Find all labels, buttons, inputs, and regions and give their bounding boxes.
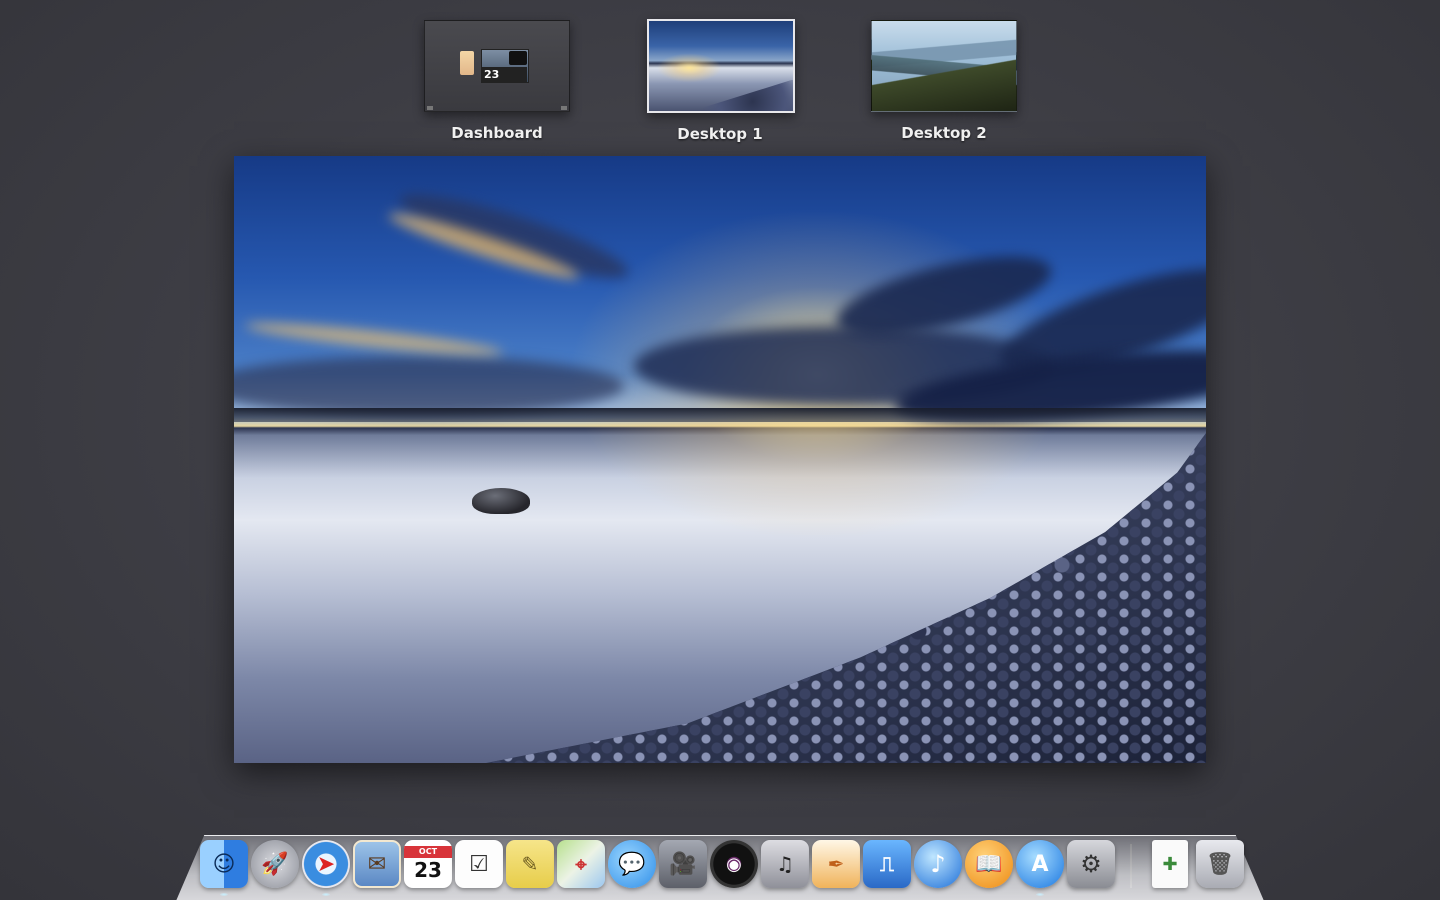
cloud bbox=[243, 317, 505, 361]
system-preferences-icon[interactable]: ⚙ bbox=[1067, 840, 1115, 888]
launchpad-icon[interactable]: 🚀 bbox=[251, 840, 299, 888]
dock: ☺ 🚀 ➤ ✉ OCT 23 ☑ ✎ ⌖ 💬 🎥 ◉ ♫ ✒ ⎍ ♪ 📖 A ⚙… bbox=[200, 838, 1245, 896]
document-icon[interactable]: ✚ bbox=[1152, 840, 1188, 888]
safari-icon[interactable]: ➤ bbox=[302, 840, 350, 888]
ibooks-icon[interactable]: 📖 bbox=[965, 840, 1013, 888]
desktop-1-thumbnail[interactable] bbox=[647, 19, 795, 113]
rock bbox=[472, 488, 530, 514]
dashboard-thumbnail[interactable]: 23 bbox=[424, 20, 570, 112]
calendar-widget: 23 bbox=[481, 67, 527, 83]
cloud bbox=[234, 356, 624, 416]
photo-booth-icon[interactable]: ◉ bbox=[710, 840, 758, 888]
weather-widget bbox=[509, 51, 527, 65]
space-dashboard[interactable]: 23 Dashboard bbox=[424, 20, 570, 142]
messages-icon[interactable]: 💬 bbox=[608, 840, 656, 888]
desktop-preview[interactable] bbox=[234, 156, 1206, 763]
corner-mark-right bbox=[561, 106, 567, 110]
running-indicator bbox=[1036, 893, 1044, 896]
dock-separator bbox=[1130, 844, 1132, 888]
space-desktop-2[interactable]: Desktop 2 bbox=[871, 20, 1017, 142]
app-store-icon[interactable]: A bbox=[1016, 840, 1064, 888]
running-indicator bbox=[322, 893, 330, 896]
running-indicator bbox=[220, 893, 228, 896]
pebble-shore bbox=[486, 433, 1206, 763]
notes-icon[interactable]: ✎ bbox=[506, 840, 554, 888]
trash-icon[interactable]: 🗑 bbox=[1196, 840, 1244, 888]
calculator-widget bbox=[460, 51, 474, 75]
keynote-icon[interactable]: ⎍ bbox=[863, 840, 911, 888]
calendar-month: OCT bbox=[404, 846, 452, 858]
calendar-icon[interactable]: OCT 23 bbox=[404, 840, 452, 888]
mail-icon[interactable]: ✉ bbox=[353, 840, 401, 888]
horizon-land bbox=[234, 408, 1206, 422]
space-desktop-1[interactable]: Desktop 1 bbox=[647, 19, 795, 143]
space-label-desktop-2: Desktop 2 bbox=[901, 124, 987, 142]
maps-icon[interactable]: ⌖ bbox=[557, 840, 605, 888]
reminders-icon[interactable]: ☑ bbox=[455, 840, 503, 888]
calendar-day: 23 bbox=[414, 858, 442, 882]
finder-icon[interactable]: ☺ bbox=[200, 840, 248, 888]
itunes-icon[interactable]: ♪ bbox=[914, 840, 962, 888]
logic-icon[interactable]: ♫ bbox=[761, 840, 809, 888]
pages-icon[interactable]: ✒ bbox=[812, 840, 860, 888]
facetime-icon[interactable]: 🎥 bbox=[659, 840, 707, 888]
space-label-dashboard: Dashboard bbox=[451, 124, 543, 142]
space-label-desktop-1: Desktop 1 bbox=[677, 125, 763, 143]
desktop-2-thumbnail[interactable] bbox=[871, 20, 1017, 112]
corner-mark-left bbox=[427, 106, 433, 110]
